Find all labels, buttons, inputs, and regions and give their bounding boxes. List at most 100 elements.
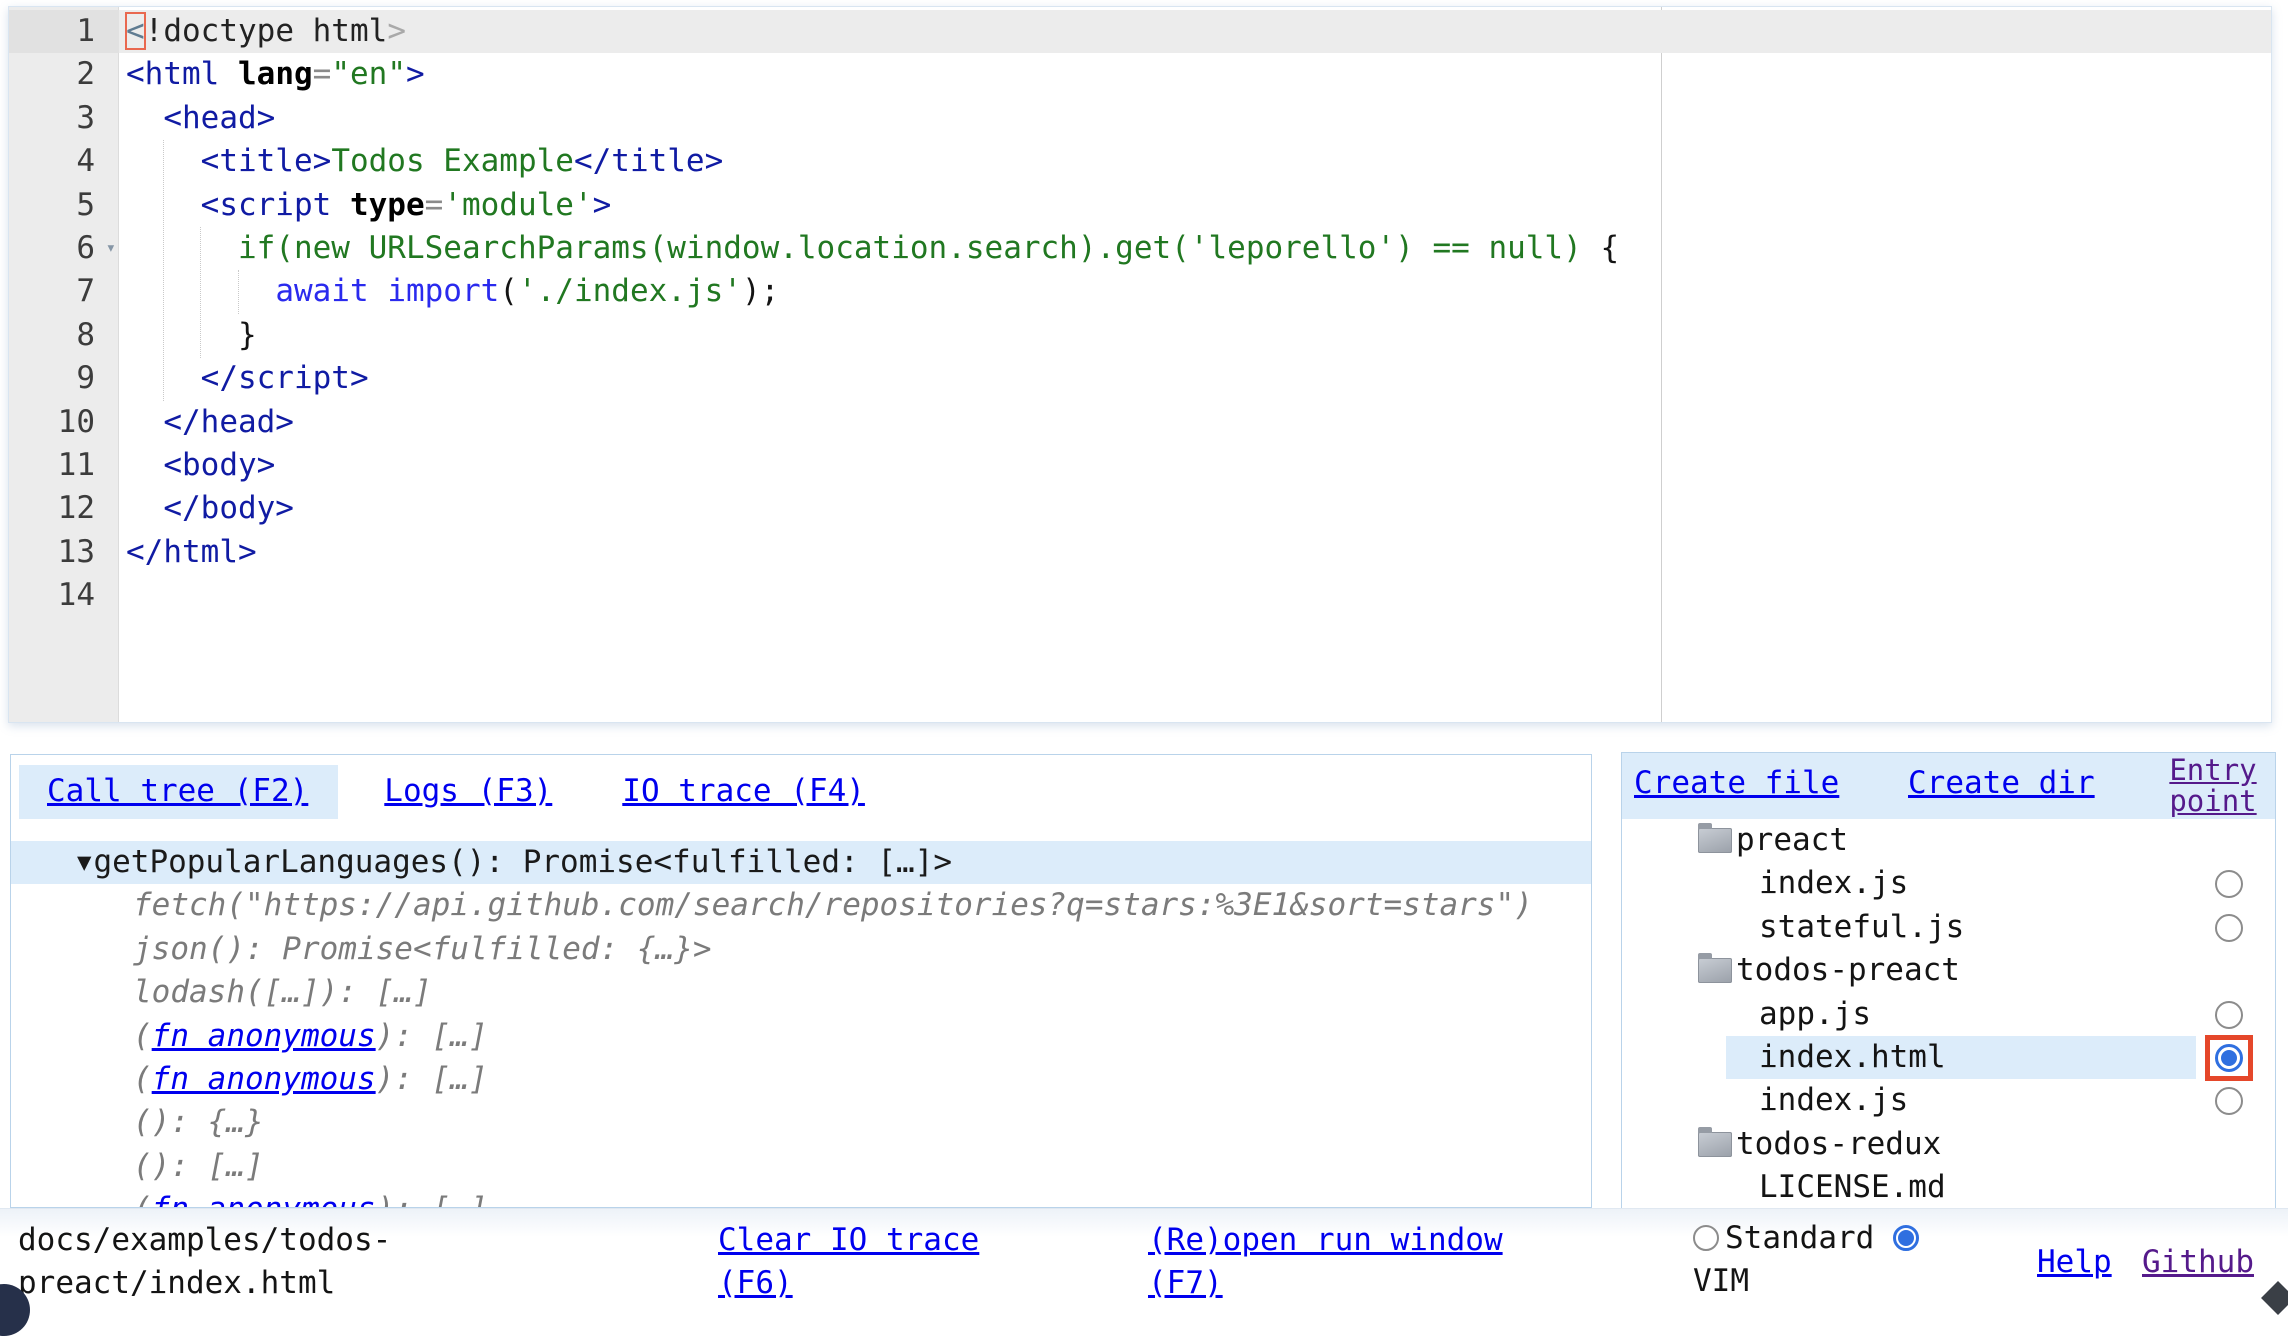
mode-label: VIM [1693,1263,1749,1299]
folder-row[interactable]: todos-redux [1622,1123,2275,1166]
file-row[interactable]: app.js [1622,993,2275,1036]
anonymous-fn-link[interactable]: fn anonymous [152,1061,376,1097]
radio-unchecked-icon[interactable] [2215,1087,2243,1115]
code-line[interactable]: 11 <body> [9,444,2271,487]
code-lines: 1<!doctype html>2<html lang="en">3 <head… [9,7,2271,722]
code-text: </body> [119,487,294,530]
file-name[interactable]: app.js [1759,993,1871,1036]
call-tree-call-row[interactable]: (fn anonymous): […] [11,1058,1591,1101]
line-number: 10 [9,401,119,444]
folder-name[interactable]: todos-redux [1736,1123,1941,1166]
entry-point-radio[interactable] [2211,1041,2247,1075]
call-tree-call-row[interactable]: lodash([…]): […] [11,971,1591,1014]
folder-row[interactable]: todos-preact [1622,949,2275,992]
github-link[interactable]: Github [2142,1241,2254,1284]
entry-point-radio[interactable] [2211,1084,2247,1118]
code-line[interactable]: 3 <head> [9,97,2271,140]
call-tree-call-row[interactable]: (fn anonymous): […] [11,1015,1591,1058]
code-token [126,490,163,526]
code-line[interactable]: 5 <script type='module'> [9,184,2271,227]
code-token [126,230,238,266]
code-line[interactable]: 7 await import('./index.js'); [9,270,2271,313]
code-token: <title> [201,143,332,179]
file-name[interactable]: stateful.js [1759,906,1964,949]
folder-name[interactable]: preact [1736,819,1848,862]
code-editor[interactable]: 1<!doctype html>2<html lang="en">3 <head… [8,6,2272,723]
line-number: 3 [9,97,119,140]
radio-unchecked-icon[interactable] [2215,1001,2243,1029]
code-line[interactable]: 4 <title>Todos Example</title> [9,140,2271,183]
code-token: <html [126,56,219,92]
collapse-arrow-icon[interactable]: ▼ [77,848,91,876]
clear-io-trace-link[interactable]: Clear IO trace (F6) [718,1219,1003,1305]
code-token: { [1600,230,1619,266]
mode-radio-checked[interactable] [1893,1225,1919,1251]
entry-point-radio[interactable] [2211,998,2247,1032]
line-number: 13 [9,531,119,574]
file-row[interactable]: index.js [1622,1079,2275,1122]
code-token [126,143,201,179]
code-token [369,273,388,309]
code-token: <body> [163,447,275,483]
panel-tabs: Call tree (F2) Logs (F3) IO trace (F4) [11,755,1591,819]
radio-unchecked-icon[interactable] [2215,870,2243,898]
mode-radio-unchecked[interactable] [1693,1225,1719,1251]
create-dir-link[interactable]: Create dir [1908,765,2095,801]
code-token: </title> [574,143,723,179]
tab-call-tree-f2[interactable]: Call tree (F2) [19,765,338,819]
file-name[interactable]: index.js [1759,862,1908,905]
tab-logs-f3[interactable]: Logs (F3) [362,765,576,819]
code-token [126,187,201,223]
code-line[interactable]: 8 } [9,314,2271,357]
fold-arrow-icon[interactable]: ▾ [106,227,116,270]
code-line[interactable]: 12 </body> [9,487,2271,530]
call-tree-call-row[interactable]: (): […] [11,1145,1591,1188]
entry-point-radio[interactable] [2211,867,2247,901]
call-tree-call-row[interactable]: fetch("https://api.github.com/search/rep… [11,884,1591,927]
folder-name[interactable]: todos-preact [1736,949,1960,992]
code-line[interactable]: 13</html> [9,531,2271,574]
code-token: = [425,187,444,223]
code-line[interactable]: 1<!doctype html> [9,10,2271,53]
file-row[interactable]: index.js [1622,862,2275,905]
code-line[interactable]: 2<html lang="en"> [9,53,2271,96]
entry-point-radio[interactable] [2211,911,2247,945]
call-tree-call-row[interactable]: (fn anonymous): […] [11,1188,1591,1208]
line-number: 6▾ [9,227,119,270]
file-name[interactable]: LICENSE.md [1759,1166,1946,1209]
file-tree-panel: Create file Create dir Entry point preac… [1621,752,2276,1212]
anonymous-fn-link[interactable]: fn anonymous [152,1191,376,1208]
file-row[interactable]: LICENSE.md [1622,1166,2275,1209]
call-tree-call-row[interactable]: (): {…} [11,1101,1591,1144]
code-line[interactable]: 14 [9,574,2271,617]
reopen-run-window-link[interactable]: (Re)open run window (F7) [1148,1219,1548,1305]
radio-checked-icon[interactable] [2215,1044,2243,1072]
code-text: <head> [119,97,275,140]
radio-unchecked-icon[interactable] [2215,914,2243,942]
line-number: 9 [9,357,119,400]
code-line[interactable]: 9 </script> [9,357,2271,400]
file-name[interactable]: index.js [1759,1079,1908,1122]
code-text: </head> [119,401,294,444]
folder-row[interactable]: preact [1622,819,2275,862]
help-link[interactable]: Help [2037,1241,2112,1284]
create-file-link[interactable]: Create file [1634,765,1839,801]
code-token: Todos Example [331,143,574,179]
code-line[interactable]: 6▾ if(new URLSearchParams(window.locatio… [9,227,2271,270]
file-row[interactable]: index.html [1622,1036,2275,1079]
file-name[interactable]: index.html [1759,1036,1946,1079]
entry-point-link[interactable]: Entry point [2157,755,2269,817]
anonymous-fn-link[interactable]: fn anonymous [152,1018,376,1054]
code-text: <body> [119,444,275,487]
code-token: </script> [201,360,369,396]
file-row[interactable]: stateful.js [1622,906,2275,949]
file-tree: preactindex.jsstateful.jstodos-preactapp… [1622,819,2275,1210]
tab-io-trace-f4[interactable]: IO trace (F4) [600,765,889,819]
line-number: 4 [9,140,119,183]
code-text: <!doctype html> [119,10,406,53]
call-tree-call-row[interactable]: json(): Promise<fulfilled: {…}> [11,928,1591,971]
code-line[interactable]: 10 </head> [9,401,2271,444]
code-token [126,273,275,309]
call-tree-root-row[interactable]: ▼getPopularLanguages(): Promise<fulfille… [11,841,1591,884]
code-text: <script type='module'> [119,184,611,227]
